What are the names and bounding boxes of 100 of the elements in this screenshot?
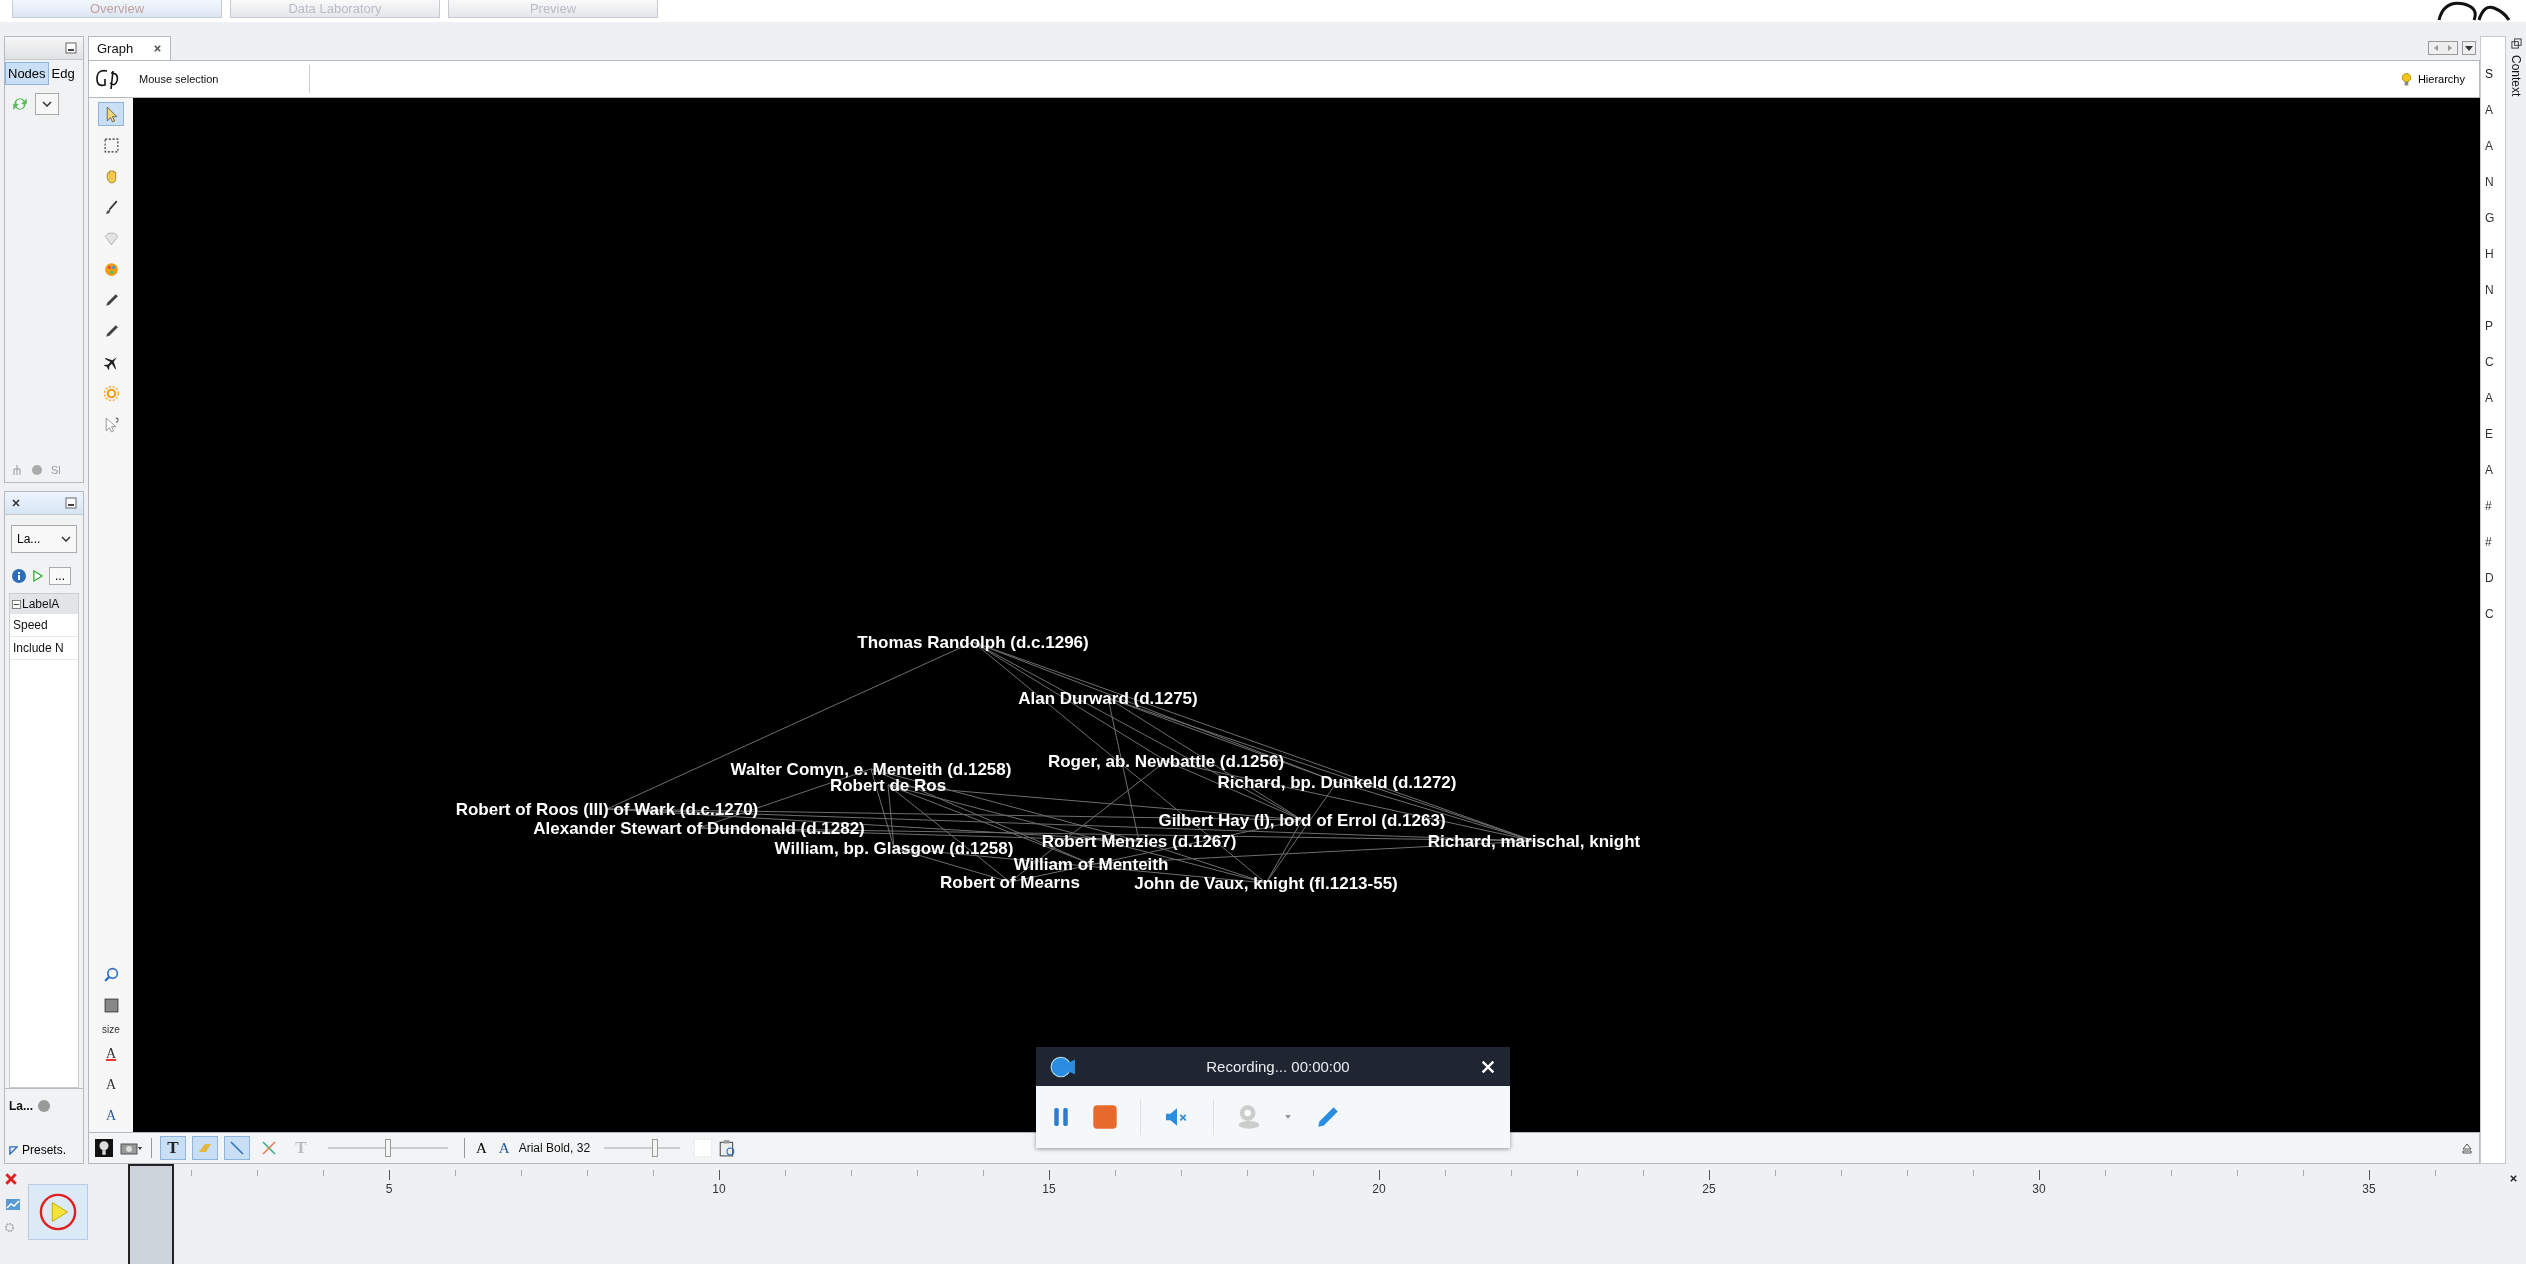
mode-label: Mouse selection — [139, 65, 310, 93]
property-name: E — [2485, 427, 2493, 441]
panel-tab[interactable]: Nodes — [5, 62, 49, 85]
property-name: # — [2485, 535, 2492, 549]
timeline-selection[interactable] — [128, 1164, 174, 1264]
label-size-toggle[interactable] — [192, 1136, 218, 1160]
play-button[interactable] — [28, 1184, 88, 1240]
triangle-icon — [9, 1145, 18, 1155]
tree-icon — [11, 464, 23, 476]
tick-label: 20 — [1372, 1182, 1386, 1196]
selection-rectangle-icon — [102, 136, 120, 154]
property-name: Include N — [10, 637, 78, 660]
node-label[interactable]: Robert Menzies (d.1267) — [1041, 832, 1237, 851]
edge-toggle[interactable] — [224, 1136, 250, 1160]
recording-status: Recording... 00:00:00 — [1206, 1058, 1350, 1075]
sun-icon — [102, 384, 120, 402]
panel-tab[interactable]: S — [2485, 67, 2493, 81]
property-name: # — [2485, 499, 2492, 513]
panel-footer-label: La... — [9, 1099, 33, 1113]
layout-dropdown[interactable]: La... — [11, 525, 77, 553]
node-label[interactable]: Richard, bp. Dunkeld (d.1272) — [1217, 773, 1457, 792]
settings-icon[interactable] — [4, 1222, 15, 1233]
property-name: N — [2485, 283, 2494, 297]
pointer-tool[interactable] — [98, 102, 124, 126]
tick-label: 35 — [2362, 1182, 2376, 1196]
node-label[interactable]: Gilbert Hay (I), lord of Errol (d.1263) — [1158, 811, 1446, 830]
node-label[interactable]: Thomas Randolph (d.c.1296) — [857, 633, 1089, 652]
slider-thumb[interactable] — [651, 1139, 658, 1157]
eject-icon[interactable] — [2461, 1142, 2473, 1154]
caret-icon[interactable] — [1284, 1114, 1292, 1120]
camera-icon[interactable] — [119, 1140, 143, 1156]
property-name: H — [2485, 247, 2494, 261]
size-label: size — [102, 1024, 120, 1035]
play-icon[interactable] — [33, 568, 43, 584]
node-label[interactable]: John de Vaux, knight (fl.1213-55) — [1134, 874, 1398, 893]
font-color-button[interactable]: A — [495, 1139, 513, 1157]
dropdown-button[interactable] — [35, 93, 59, 115]
tick-label: 5 — [385, 1182, 393, 1196]
property-name: Speed — [10, 614, 78, 637]
property-name: A — [2485, 103, 2493, 117]
more-button[interactable]: ... — [49, 567, 71, 585]
node-label[interactable]: Alan Durward (d.1275) — [1018, 689, 1198, 708]
minimize-icon[interactable] — [65, 497, 77, 509]
node-label[interactable]: William, bp. Glasgow (d.1258) — [774, 839, 1014, 858]
hierarchy-button[interactable]: Hierarchy — [2394, 70, 2471, 88]
circle-icon — [37, 1099, 51, 1113]
caret-icon — [61, 536, 71, 542]
video-camera-icon — [1050, 1055, 1076, 1078]
node-label[interactable]: Roger, ab. Newbattle (d.1256) — [1047, 752, 1285, 771]
property-group-header: LabelA — [22, 597, 60, 611]
property-name: C — [2485, 607, 2494, 621]
text-toggle[interactable]: T — [160, 1136, 186, 1160]
clipboard-icon[interactable] — [718, 1139, 737, 1157]
node-label[interactable]: Walter Comyn, e. Menteith (d.1258) — [730, 760, 1012, 779]
node-label[interactable]: Alexander Stewart of Dundonald (d.1282) — [533, 819, 865, 838]
node-label[interactable]: Robert of Roos (III) of Wark (d.c.1270) — [455, 800, 759, 819]
tick-label: 15 — [1042, 1182, 1056, 1196]
panel-tab[interactable]: Edg — [48, 62, 78, 85]
caret-icon — [42, 101, 52, 107]
info-icon[interactable] — [11, 568, 27, 584]
node-label[interactable]: William of Menteith — [1013, 855, 1169, 874]
dropdown-icon[interactable] — [2462, 41, 2476, 55]
slider-thumb[interactable] — [385, 1139, 391, 1157]
refresh-icon[interactable] — [11, 95, 29, 113]
panel-footer-label: Sl — [51, 464, 61, 476]
minimize-icon[interactable] — [65, 42, 77, 54]
text-tool[interactable]: A — [98, 1073, 124, 1097]
stop-icon[interactable] — [1092, 1104, 1118, 1130]
node-label[interactable]: Richard, marischal, knight — [1427, 832, 1641, 851]
property-name: A — [2485, 139, 2493, 153]
property-name: C — [2485, 355, 2494, 369]
graph-tab[interactable]: Graph — [88, 35, 172, 61]
pause-icon[interactable] — [1052, 1105, 1070, 1129]
close-icon[interactable] — [2509, 1174, 2518, 1183]
context-tab[interactable]: Context — [2509, 55, 2523, 97]
restore-icon[interactable] — [2510, 38, 2522, 49]
close-icon[interactable] — [153, 44, 163, 53]
property-name: A — [2485, 463, 2493, 477]
lightbulb-icon — [2400, 71, 2412, 87]
font-color-button[interactable]: A — [473, 1139, 490, 1157]
edge-icon — [229, 1140, 245, 1156]
chart-icon[interactable] — [4, 1196, 22, 1212]
magnifier-icon — [102, 965, 120, 983]
font-label: Arial Bold, 32 — [518, 1141, 591, 1155]
text-tool[interactable]: A — [98, 1104, 124, 1128]
text-tool[interactable]: A — [98, 1042, 124, 1066]
node-label[interactable]: Robert of Mearns — [940, 873, 1080, 892]
collapse-icon[interactable] — [12, 599, 21, 609]
square-icon — [102, 996, 120, 1014]
presets-button[interactable]: Presets. — [22, 1143, 66, 1157]
circle-icon — [31, 464, 43, 476]
palette-icon — [102, 260, 120, 278]
edge-color-icon — [261, 1140, 277, 1156]
property-name: P — [2485, 319, 2493, 333]
property-name: N — [2485, 175, 2494, 189]
lightbulb-icon[interactable] — [95, 1139, 113, 1157]
close-icon[interactable] — [11, 498, 21, 508]
tick-label: 10 — [712, 1182, 726, 1196]
play-icon — [39, 1193, 77, 1231]
property-name: D — [2485, 571, 2494, 585]
